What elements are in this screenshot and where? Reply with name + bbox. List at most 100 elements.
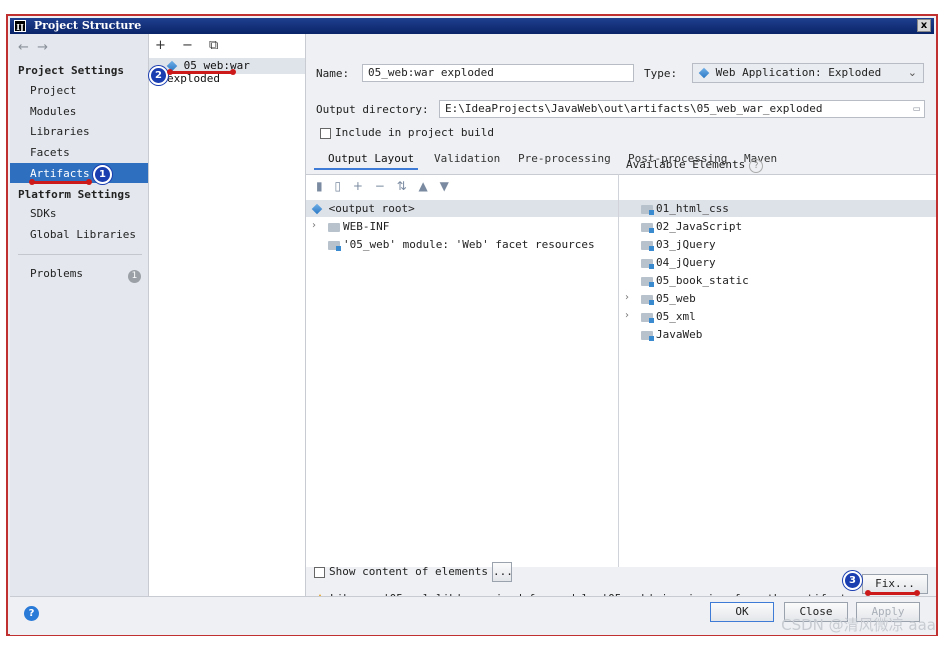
sidebar-item-artifacts[interactable]: Artifacts <box>30 167 90 180</box>
available-item[interactable]: 05_web <box>641 290 696 307</box>
close-window-button[interactable]: x <box>917 19 931 32</box>
chevron-down-icon: ⌄ <box>907 66 917 79</box>
help-icon[interactable]: ? <box>749 159 764 173</box>
artifacts-panel: + − ⧉ 05_web:war exploded <box>149 34 306 596</box>
sidebar-item-facets[interactable]: Facets <box>30 146 70 159</box>
remove-icon[interactable]: − <box>375 179 389 193</box>
show-content-label: Show content of elements <box>329 565 488 578</box>
sidebar-item-sdks[interactable]: SDKs <box>30 207 57 220</box>
web-app-icon <box>698 67 710 79</box>
web-inf-label: WEB-INF <box>343 220 390 233</box>
active-tab-indicator <box>314 168 418 170</box>
output-directory-input[interactable]: E:\IdeaProjects\JavaWeb\out\artifacts\05… <box>439 100 925 118</box>
output-root-node[interactable]: <output root> <box>311 200 415 217</box>
sidebar-item-modules[interactable]: Modules <box>30 105 76 118</box>
module-icon <box>641 312 654 323</box>
include-build-checkbox[interactable]: Include in project build <box>320 126 494 139</box>
project-settings-header: Project Settings <box>18 64 124 77</box>
available-item[interactable]: 05_xml <box>641 308 696 325</box>
available-item[interactable]: 02_JavaScript <box>641 218 742 235</box>
sidebar-item-libraries[interactable]: Libraries <box>30 125 90 138</box>
output-directory-label: Output directory: <box>316 103 429 116</box>
tab-validation[interactable]: Validation <box>434 152 500 165</box>
available-item-label: 03_jQuery <box>656 238 716 251</box>
checkbox-box[interactable] <box>320 127 331 139</box>
output-directory-value: E:\IdeaProjects\JavaWeb\out\artifacts\05… <box>445 102 823 115</box>
sidebar-item-global-libraries[interactable]: Global Libraries <box>30 228 136 241</box>
annotation-dot <box>914 590 920 596</box>
output-root-icon <box>311 203 323 215</box>
available-item[interactable]: 05_book_static <box>641 272 749 289</box>
tree-node-facet-resources[interactable]: '05_web' module: 'Web' facet resources <box>328 236 595 253</box>
tab-pre-processing[interactable]: Pre-processing <box>518 152 611 165</box>
more-options-button[interactable]: ... <box>492 562 513 582</box>
available-item[interactable]: 01_html_css <box>641 200 729 217</box>
artifact-detail-panel: Name: 05_web:war exploded Type: Web Appl… <box>306 34 936 605</box>
intellij-logo-icon: IJ <box>14 20 26 32</box>
tree-node-web-inf[interactable]: WEB-INF <box>328 218 389 235</box>
move-down-icon[interactable]: ▼ <box>440 179 453 193</box>
available-item-label: 04_jQuery <box>656 256 716 269</box>
title-bar: IJ Project Structure x <box>10 18 934 34</box>
sidebar-divider <box>18 254 142 255</box>
forward-arrow-icon[interactable]: → <box>37 40 48 55</box>
annotation-dot <box>230 69 236 75</box>
expand-chevron-icon[interactable]: › <box>312 220 316 231</box>
module-icon <box>641 258 654 269</box>
layout-toolbar: ▮ ▯ + − ⇅ ▲ ▼ <box>316 179 453 193</box>
include-build-label: Include in project build <box>335 126 494 139</box>
module-icon <box>641 276 654 287</box>
annotation-dot <box>167 69 173 75</box>
sidebar-item-project[interactable]: Project <box>30 84 76 97</box>
back-arrow-icon[interactable]: ← <box>18 40 29 55</box>
artifact-name-input[interactable]: 05_web:war exploded <box>362 64 634 82</box>
add-icon[interactable]: + <box>353 179 367 193</box>
artifacts-toolbar[interactable]: + − ⧉ <box>155 38 224 53</box>
facet-resources-label: '05_web' module: 'Web' facet resources <box>343 238 595 251</box>
archive-icon[interactable]: ▯ <box>334 179 345 193</box>
watermark: CSDN @清风微凉 aaa <box>781 616 936 634</box>
output-layout-tree: ▮ ▯ + − ⇅ ▲ ▼ <output root> › WEB-INF '0… <box>306 174 619 567</box>
web-resources-icon <box>328 240 341 251</box>
artifact-type-select[interactable]: Web Application: Exploded ⌄ <box>692 63 924 83</box>
module-icon <box>641 330 654 341</box>
new-folder-icon[interactable]: ▮ <box>316 179 327 193</box>
show-content-checkbox[interactable]: Show content of elements <box>314 565 488 578</box>
sort-icon[interactable]: ⇅ <box>397 179 411 193</box>
problems-count-badge: 1 <box>128 270 141 283</box>
checkbox-box[interactable] <box>314 566 325 578</box>
module-icon <box>641 222 654 233</box>
folder-icon <box>328 222 340 232</box>
move-up-icon[interactable]: ▲ <box>419 179 432 193</box>
name-label: Name: <box>316 67 350 80</box>
help-button[interactable]: ? <box>24 606 39 621</box>
annotation-dot <box>865 590 871 596</box>
expand-chevron-icon[interactable]: › <box>625 310 629 321</box>
project-structure-dialog: IJ Project Structure x ← → Project Setti… <box>6 14 938 636</box>
tab-output-layout[interactable]: Output Layout <box>328 152 414 165</box>
available-item[interactable]: 04_jQuery <box>641 254 716 271</box>
annotation-underline-artifact <box>170 71 234 74</box>
annotation-badge-1: 1 <box>93 165 112 184</box>
settings-sidebar: ← → Project Settings Project Modules Lib… <box>10 34 149 596</box>
annotation-underline-fix <box>868 592 918 595</box>
folder-browse-icon[interactable]: ▭ <box>913 101 920 117</box>
output-root-label: <output root> <box>328 202 415 215</box>
ok-button[interactable]: OK <box>710 602 774 622</box>
available-item-label: JavaWeb <box>656 328 703 341</box>
type-label: Type: <box>644 67 678 80</box>
available-item-label: 02_JavaScript <box>656 220 743 233</box>
window-title: Project Structure <box>33 19 142 32</box>
type-value: Web Application: Exploded <box>715 66 882 79</box>
available-item[interactable]: JavaWeb <box>641 326 702 343</box>
expand-chevron-icon[interactable]: › <box>625 292 629 303</box>
annotation-underline-artifacts <box>32 181 90 184</box>
annotation-dot <box>29 179 35 185</box>
sidebar-item-problems[interactable]: Problems <box>30 267 83 280</box>
available-item-label: 01_html_css <box>656 202 729 215</box>
annotation-badge-3: 3 <box>843 571 862 590</box>
platform-settings-header: Platform Settings <box>18 188 131 201</box>
nav-arrows: ← → <box>18 40 48 55</box>
available-elements-tree: 01_html_css 02_JavaScript 03_jQuery 04_j… <box>619 174 936 567</box>
available-item[interactable]: 03_jQuery <box>641 236 716 253</box>
